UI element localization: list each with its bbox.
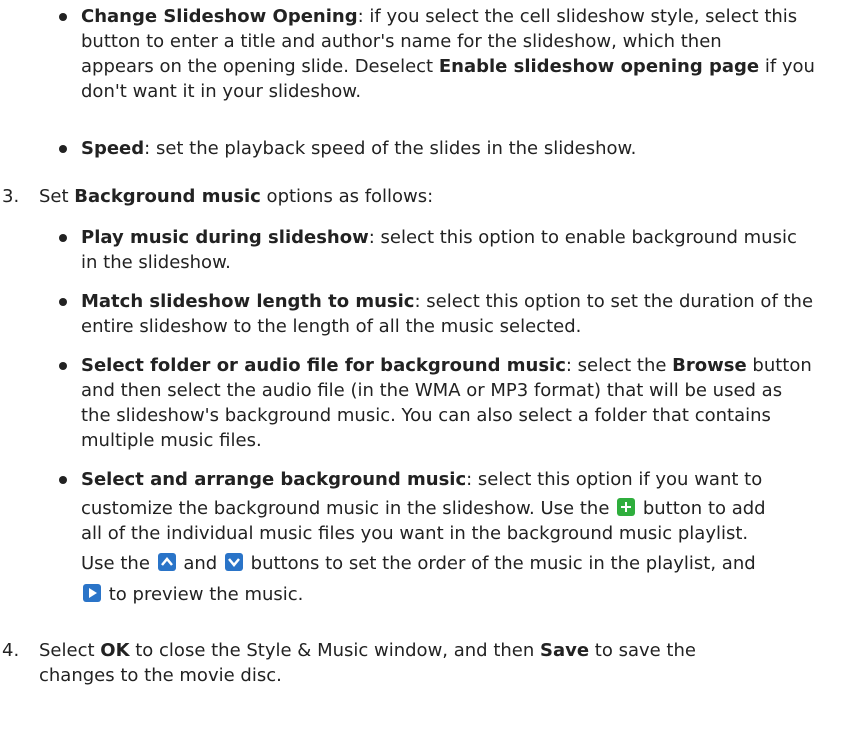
arrange-music-line-3: all of the individual music files you wa…	[81, 523, 749, 544]
text-run: : select this option to enable backgroun…	[368, 227, 797, 248]
arrange-music-line-1: Select and arrange background music: sel…	[81, 468, 868, 491]
background-music-term: Background music	[74, 186, 261, 207]
text-run: appears on the opening slide. Deselect	[81, 56, 439, 77]
select-folder-line-2: and then select the audio file (in the W…	[81, 380, 783, 401]
step-4-line-2: changes to the movie disc.	[39, 665, 282, 686]
speed-text: : set the playback speed of the slides i…	[144, 138, 637, 159]
select-folder-line-1: Select folder or audio file for backgrou…	[81, 354, 868, 377]
select-folder-line-4: multiple music files.	[81, 430, 262, 451]
bullet-dot	[59, 13, 67, 21]
match-length-label: Match slideshow length to music	[81, 291, 415, 312]
text-run: buttons to set the order of the music in…	[244, 553, 756, 574]
text-run: to save the	[589, 640, 696, 661]
bullet-dot	[59, 298, 67, 306]
speed-line: Speed: set the playback speed of the sli…	[81, 137, 868, 160]
match-length-line-2: entire slideshow to the length of all th…	[81, 316, 582, 337]
text-run: : select this option to set the duration…	[414, 291, 814, 312]
save-term: Save	[540, 640, 590, 661]
select-folder-line-3: the slideshow's background music. You ca…	[81, 405, 771, 426]
slideshow-opening-line-4: don't want it in your slideshow.	[81, 81, 362, 102]
text-run: : select the	[565, 355, 673, 376]
bullet-dot	[59, 234, 67, 242]
arrange-music-line-4: Use the and buttons to set the order of …	[81, 552, 868, 575]
enable-opening-page-term: Enable slideshow opening page	[438, 56, 760, 77]
text-run: if you	[759, 56, 815, 77]
play-icon	[83, 584, 101, 602]
text-run: and	[177, 553, 223, 574]
select-folder-label: Select folder or audio file for backgrou…	[81, 355, 566, 376]
text-run: Select	[39, 640, 101, 661]
text-run: Set	[39, 186, 75, 207]
text-run: to preview the music.	[103, 584, 304, 605]
slideshow-opening-line-3: appears on the opening slide. Deselect E…	[81, 55, 868, 78]
browse-term: Browse	[672, 355, 747, 376]
slideshow-opening-text: : if you select the cell slideshow style…	[357, 6, 798, 27]
text-run: button	[746, 355, 812, 376]
document-page: Change Slideshow Opening: if you select …	[0, 0, 868, 742]
bullet-dot	[59, 145, 67, 153]
arrange-music-line-5: to preview the music.	[81, 583, 868, 606]
step-3-text: Set Background music options as follows:	[39, 185, 868, 208]
slideshow-opening-line-2: button to enter a title and author's nam…	[81, 31, 722, 52]
chevron-down-icon	[224, 553, 243, 571]
text-run: Use the	[81, 553, 156, 574]
arrange-music-label: Select and arrange background music	[81, 469, 467, 490]
slideshow-opening-line-1: Change Slideshow Opening: if you select …	[81, 5, 868, 28]
text-run: customize the background music in the sl…	[81, 498, 616, 519]
text-run: to close the Style & Music window, and t…	[129, 640, 540, 661]
play-music-line-2: in the slideshow.	[81, 252, 231, 273]
plus-icon	[617, 498, 636, 516]
bullet-dot	[59, 476, 67, 484]
ok-term: OK	[100, 640, 130, 661]
text-run: button to add	[637, 498, 766, 519]
text-run: : select this option if you want to	[466, 469, 763, 490]
bullet-dot	[59, 362, 67, 370]
step-4-line-1: Select OK to close the Style & Music win…	[39, 639, 868, 662]
slideshow-opening-label: Change Slideshow Opening	[81, 6, 358, 27]
arrange-music-line-2: customize the background music in the sl…	[81, 497, 868, 520]
speed-label: Speed	[81, 138, 145, 159]
text-run: options as follows:	[260, 186, 434, 207]
chevron-up-icon	[157, 553, 176, 571]
play-music-line-1: Play music during slideshow: select this…	[81, 226, 868, 249]
match-length-line-1: Match slideshow length to music: select …	[81, 290, 868, 313]
play-music-label: Play music during slideshow	[81, 227, 369, 248]
